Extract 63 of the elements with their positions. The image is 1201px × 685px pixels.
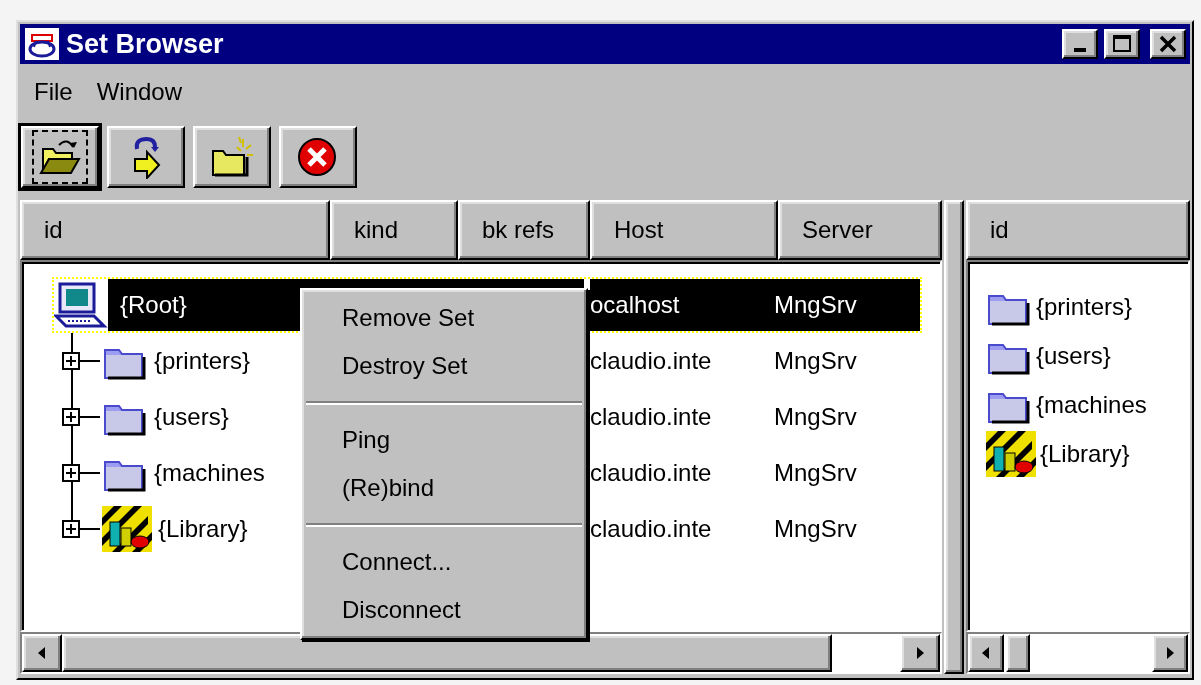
menu-item[interactable]: Connect... (302, 538, 586, 586)
maximize-icon (1112, 34, 1132, 54)
minimize-button[interactable] (1062, 29, 1098, 59)
toolbar-button[interactable] (193, 126, 271, 188)
expand-icon[interactable] (62, 408, 80, 426)
menu-item[interactable]: Disconnect (302, 586, 586, 634)
new-folder-icon (209, 135, 255, 179)
scroll-left-button[interactable] (22, 634, 62, 672)
table-cell-text: MngSrv (774, 346, 858, 376)
table-cell-text: claudio.inte (590, 402, 713, 432)
column-header[interactable]: Server (778, 200, 942, 260)
list-item[interactable]: {Library} (1040, 435, 1130, 472)
library-icon (102, 506, 152, 552)
close-icon (1158, 34, 1178, 54)
window-title: Set Browser (66, 27, 225, 61)
tree-label[interactable]: {machines (148, 447, 296, 499)
maximize-button[interactable] (1104, 29, 1140, 59)
list-item[interactable]: {machines (1036, 386, 1147, 423)
table-cell-text: MngSrv (774, 514, 858, 544)
tree-label[interactable]: {Library} (152, 503, 296, 555)
table-cell-text: claudio.inte (590, 514, 713, 544)
menu-item[interactable]: Ping (302, 416, 586, 464)
menu-item[interactable]: Remove Set (302, 294, 586, 342)
scroll-left-button[interactable] (968, 634, 1004, 672)
column-header[interactable]: id (966, 200, 1190, 260)
list-item[interactable]: {printers} (1036, 288, 1133, 325)
toolbar-button[interactable] (21, 126, 99, 188)
minimize-icon (1074, 48, 1086, 52)
horizontal-scrollbar[interactable] (20, 632, 942, 674)
close-button[interactable] (1150, 29, 1186, 59)
table-cell-text: claudio.inte (590, 346, 713, 376)
column-header[interactable]: kind (330, 200, 458, 260)
tree-label[interactable]: {users} (148, 391, 296, 443)
list-item[interactable]: {users} (1036, 337, 1111, 374)
scroll-thumb[interactable] (62, 634, 832, 672)
horizontal-scrollbar[interactable] (966, 632, 1190, 674)
scroll-thumb[interactable] (1006, 634, 1030, 672)
library-icon (986, 430, 1036, 477)
expand-icon[interactable] (62, 520, 80, 538)
app-icon (24, 27, 60, 61)
table-cell-text: MngSrv (774, 402, 858, 432)
computer-icon (54, 280, 108, 330)
column-header[interactable]: id (20, 200, 330, 260)
tree-label[interactable]: {printers} (148, 335, 296, 387)
splitter-handle[interactable] (944, 200, 964, 674)
column-header[interactable]: bk refs (458, 200, 590, 260)
expand-icon[interactable] (62, 464, 80, 482)
toolbar-button[interactable] (107, 126, 185, 188)
expand-icon[interactable] (62, 352, 80, 370)
table-cell-text: MngSrv (774, 458, 858, 488)
menu-item[interactable]: (Re)bind (302, 464, 586, 512)
toolbar-button[interactable] (279, 126, 357, 188)
open-folder-icon (32, 130, 88, 184)
menu-item[interactable]: File (28, 74, 79, 110)
menu-item[interactable]: Window (90, 74, 189, 110)
scroll-right-button[interactable] (900, 634, 940, 672)
tree-label[interactable]: {Root} (108, 279, 296, 331)
table-cell-text: claudio.inte (590, 458, 713, 488)
column-header[interactable]: Host (590, 200, 778, 260)
scroll-right-button[interactable] (1152, 634, 1188, 672)
table-cell: MngSrv (774, 279, 920, 331)
table-cell: ocalhost (590, 279, 774, 331)
menu-item[interactable]: Destroy Set (302, 342, 586, 390)
